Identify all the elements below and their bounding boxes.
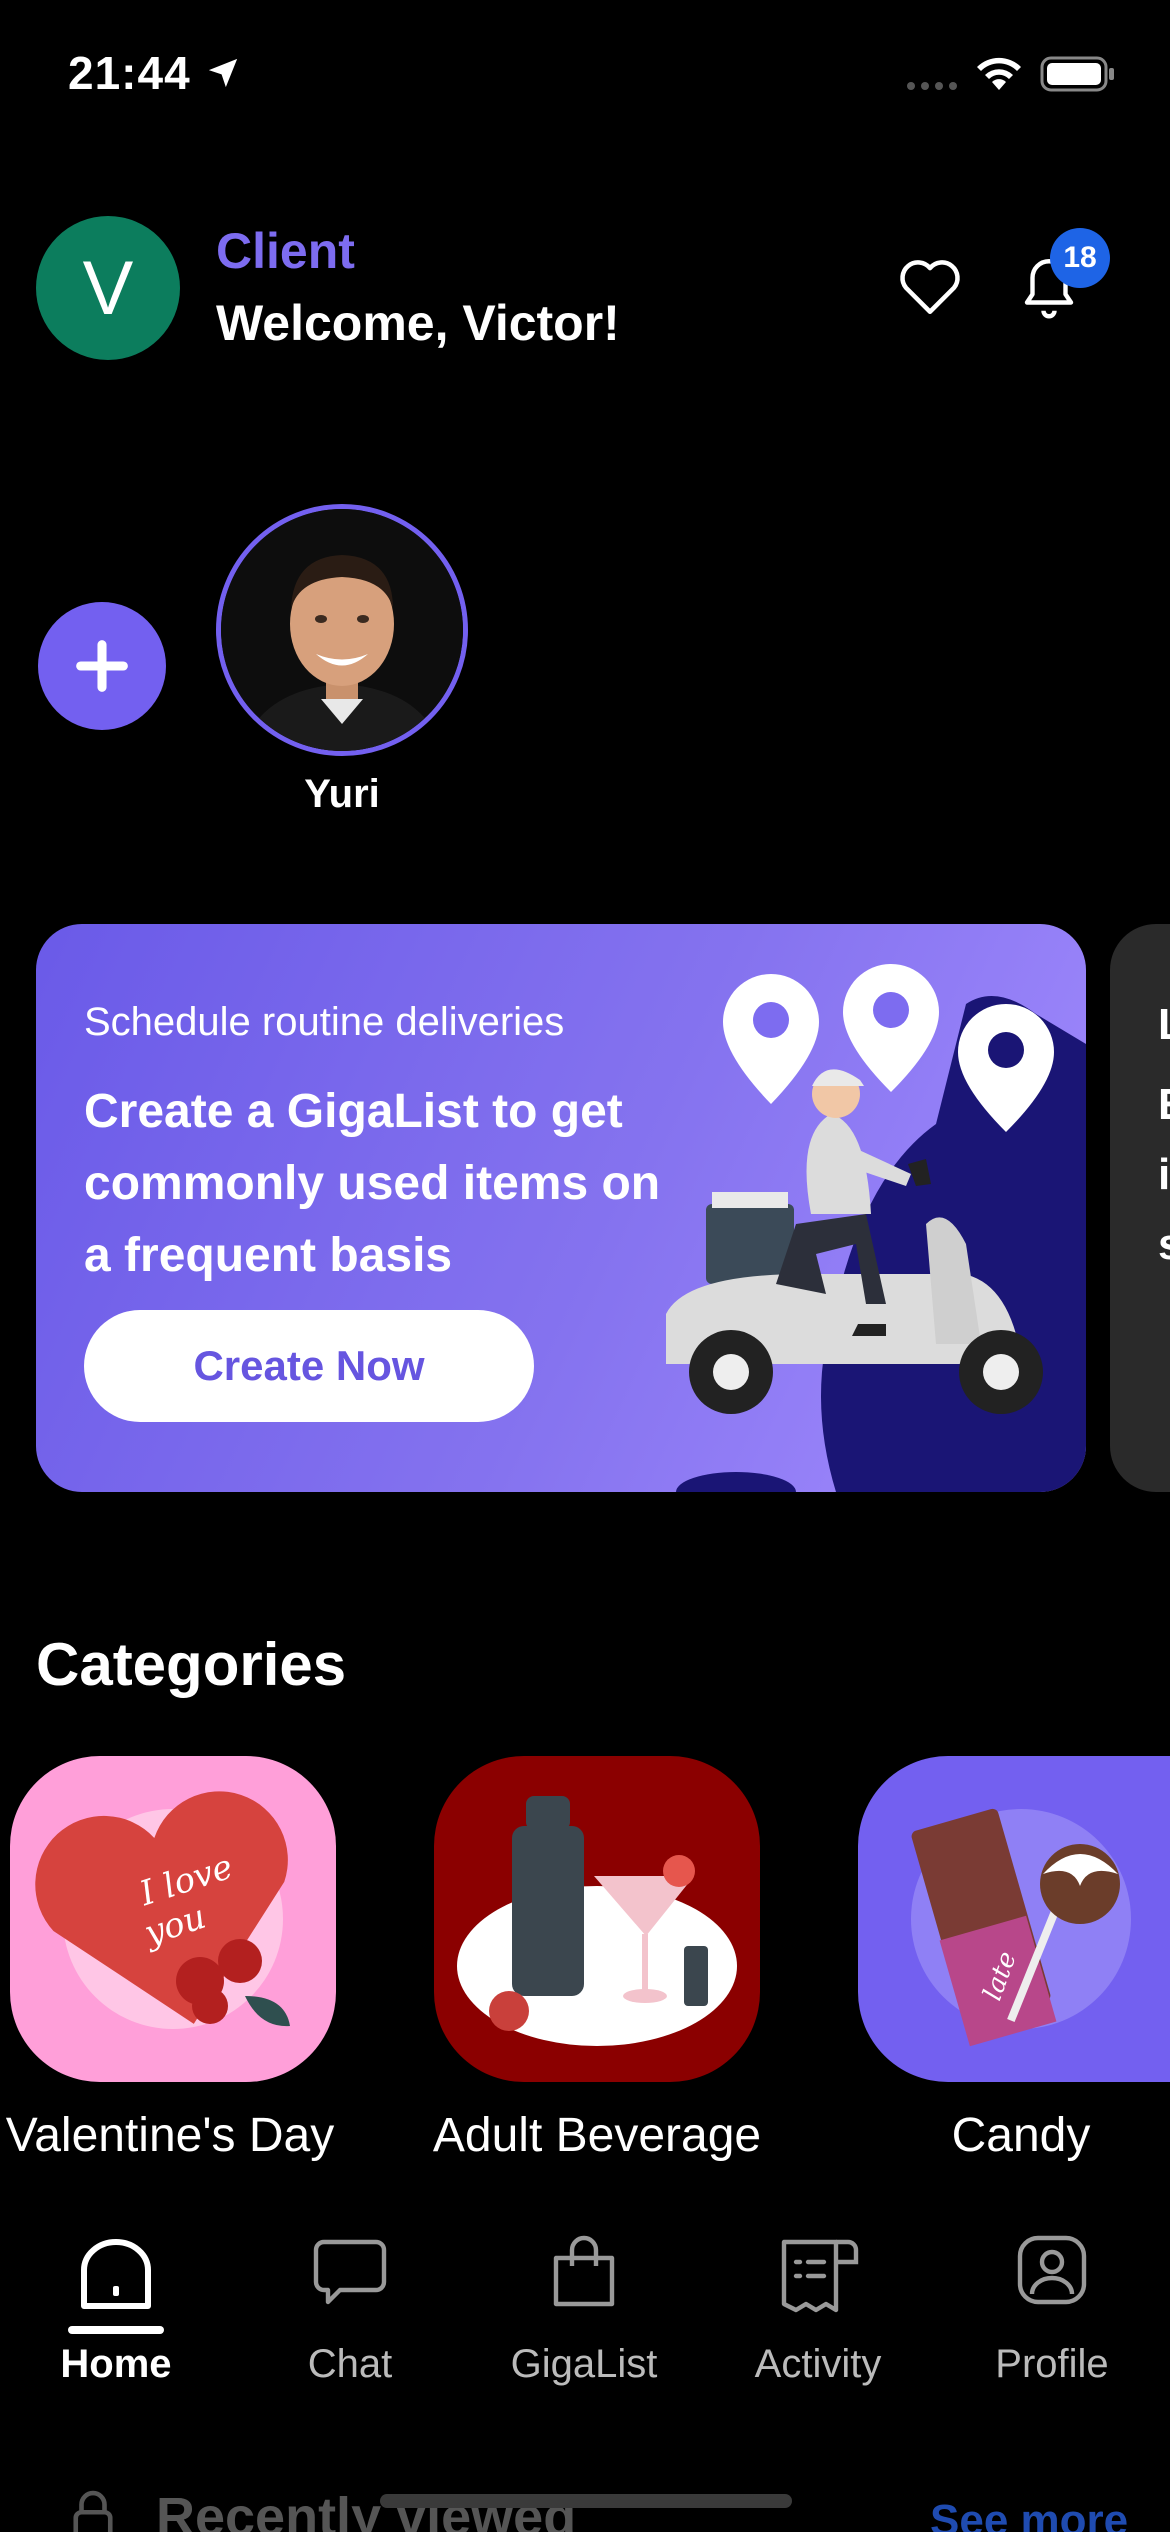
gigalist-promo-banner[interactable]: Schedule routine deliveries Create a Gig… (36, 924, 1086, 1492)
heart-box-illustration: I love you (35, 1791, 290, 2029)
next-banner-letter: E (1158, 1080, 1170, 1130)
next-banner-letter: L (1158, 1000, 1170, 1050)
user-role-label: Client (216, 223, 355, 279)
tab-label: GigaList (510, 2342, 658, 2386)
category-label: Candy (951, 2109, 1091, 2162)
next-banner-letter: s (1158, 1220, 1170, 1270)
wifi-icon (977, 57, 1021, 90)
receipt-icon (781, 2239, 859, 2313)
battery-icon (1040, 56, 1114, 92)
lock-icon (73, 2490, 113, 2532)
status-bar: 21:44 (0, 0, 1170, 150)
notification-count-badge: 18 (1050, 228, 1110, 288)
category-label: Valentine's Day (5, 2109, 335, 2162)
user-avatar[interactable]: V (36, 216, 180, 360)
tab-home[interactable]: Home (16, 2212, 216, 2412)
delivery-scooter-illustration (666, 964, 1086, 1492)
category-tile-candy[interactable]: late (858, 1756, 1170, 2082)
categories-heading: Categories (36, 1631, 347, 1698)
home-icon (81, 2239, 151, 2309)
chocolate-candy-illustration: late (911, 1808, 1131, 2047)
cocktail-shaker-illustration (457, 1796, 737, 2046)
category-tile-valentines-day[interactable]: I love you (10, 1756, 336, 2082)
shopping-bag-icon (553, 2235, 615, 2307)
bottom-tab-bar: Home Chat GigaList Activity Profile (0, 2212, 1170, 2412)
tab-profile[interactable]: Profile (952, 2212, 1152, 2412)
favorites-heart-icon[interactable] (896, 254, 964, 316)
contact-photo (221, 509, 463, 751)
home-indicator[interactable] (380, 2494, 792, 2508)
create-now-button[interactable]: Create Now (84, 1310, 534, 1422)
tab-label: Activity (754, 2342, 882, 2386)
add-contact-button[interactable] (38, 602, 166, 730)
banner-title: Create a GigaList to get commonly used i… (84, 1085, 661, 1282)
tab-activity[interactable]: Activity (718, 2212, 918, 2412)
tab-chat[interactable]: Chat (250, 2212, 450, 2412)
recently-viewed-heading: Recently viewed (156, 2487, 577, 2532)
see-more-link[interactable]: See more (930, 2496, 1128, 2532)
tab-label: Profile (995, 2342, 1109, 2386)
tab-label: Chat (307, 2342, 393, 2386)
chat-icon (313, 2239, 387, 2305)
active-tab-indicator (68, 2326, 164, 2334)
cellular-signal-icon (907, 82, 957, 90)
welcome-message: Welcome, Victor! (216, 295, 620, 351)
next-banner-letter: i (1158, 1150, 1170, 1199)
tab-label: Home (60, 2342, 172, 2386)
location-arrow-icon (208, 58, 238, 88)
contact-story-avatar[interactable] (216, 504, 468, 756)
category-tile-adult-beverage[interactable] (434, 1756, 760, 2082)
user-icon (1017, 2235, 1087, 2305)
contact-story-name: Yuri (304, 772, 380, 816)
category-label: Adult Beverage (432, 2109, 762, 2162)
next-promo-banner-peek[interactable]: L E i s (1110, 924, 1170, 1492)
tab-gigalist[interactable]: GigaList (484, 2212, 684, 2412)
banner-kicker: Schedule routine deliveries (84, 1000, 565, 1044)
plus-icon (76, 640, 128, 692)
status-time: 21:44 (68, 47, 191, 99)
